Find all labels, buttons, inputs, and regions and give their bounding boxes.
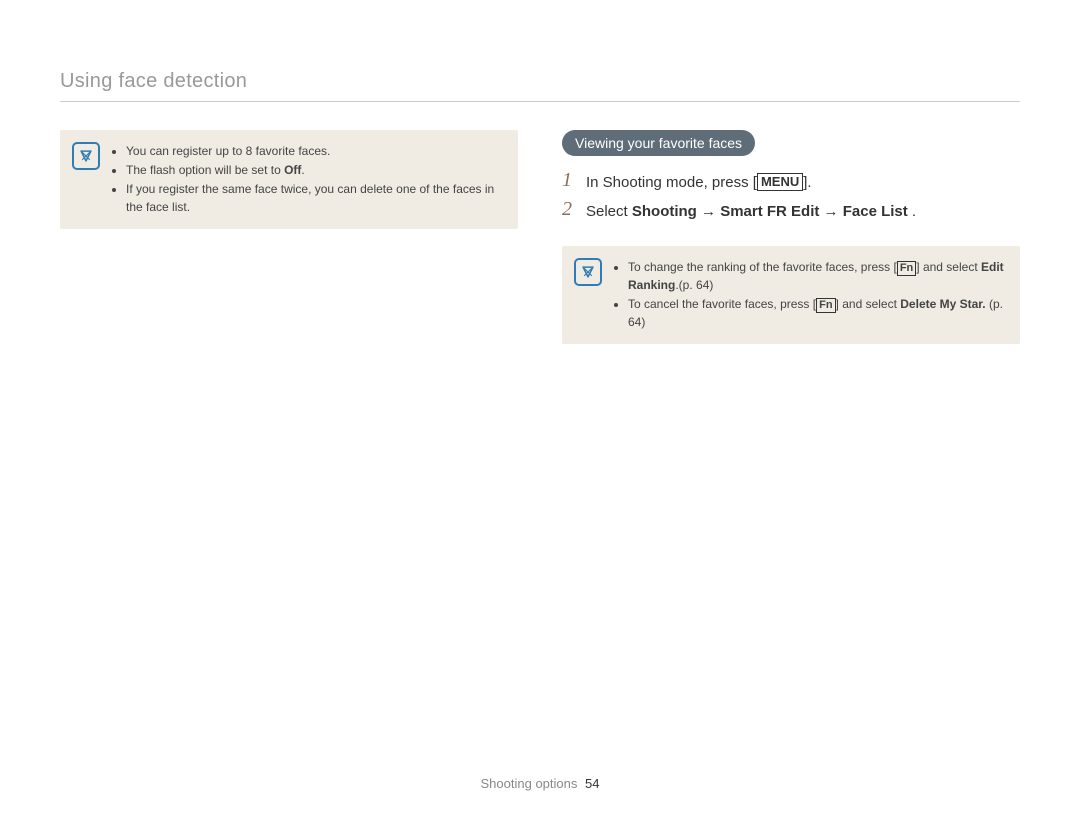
step-body: In Shooting mode, press [MENU]. — [586, 170, 1020, 193]
footer-section: Shooting options — [481, 776, 578, 791]
left-note-list: You can register up to 8 favorite faces.… — [112, 142, 502, 217]
note-item: If you register the same face twice, you… — [126, 180, 502, 216]
step-2: 2 Select Shooting → Smart FR Edit → Face… — [562, 199, 1020, 222]
right-note-box: To change the ranking of the favorite fa… — [562, 246, 1020, 344]
page-header-title: Using face detection — [60, 70, 1020, 102]
right-column: Viewing your favorite faces 1 In Shootin… — [562, 130, 1020, 344]
note-item: To cancel the favorite faces, press [Fn]… — [628, 295, 1004, 331]
note-icon — [574, 258, 602, 286]
step-body: Select Shooting → Smart FR Edit → Face L… — [586, 199, 1020, 222]
left-note-box: You can register up to 8 favorite faces.… — [60, 130, 518, 229]
step-number: 1 — [562, 170, 576, 190]
footer: Shooting options 54 — [0, 776, 1080, 791]
note-item: To change the ranking of the favorite fa… — [628, 258, 1004, 294]
fn-button-label: Fn — [897, 261, 916, 276]
note-icon — [72, 142, 100, 170]
left-column: You can register up to 8 favorite faces.… — [60, 130, 518, 344]
note-item: The flash option will be set to Off. — [126, 161, 502, 179]
note-item: You can register up to 8 favorite faces. — [126, 142, 502, 160]
step-number: 2 — [562, 199, 576, 219]
section-badge: Viewing your favorite faces — [562, 130, 755, 156]
menu-button-label: MENU — [757, 173, 803, 191]
step-1: 1 In Shooting mode, press [MENU]. — [562, 170, 1020, 193]
footer-page-number: 54 — [585, 776, 599, 791]
right-note-list: To change the ranking of the favorite fa… — [614, 258, 1004, 332]
fn-button-label: Fn — [816, 298, 835, 313]
